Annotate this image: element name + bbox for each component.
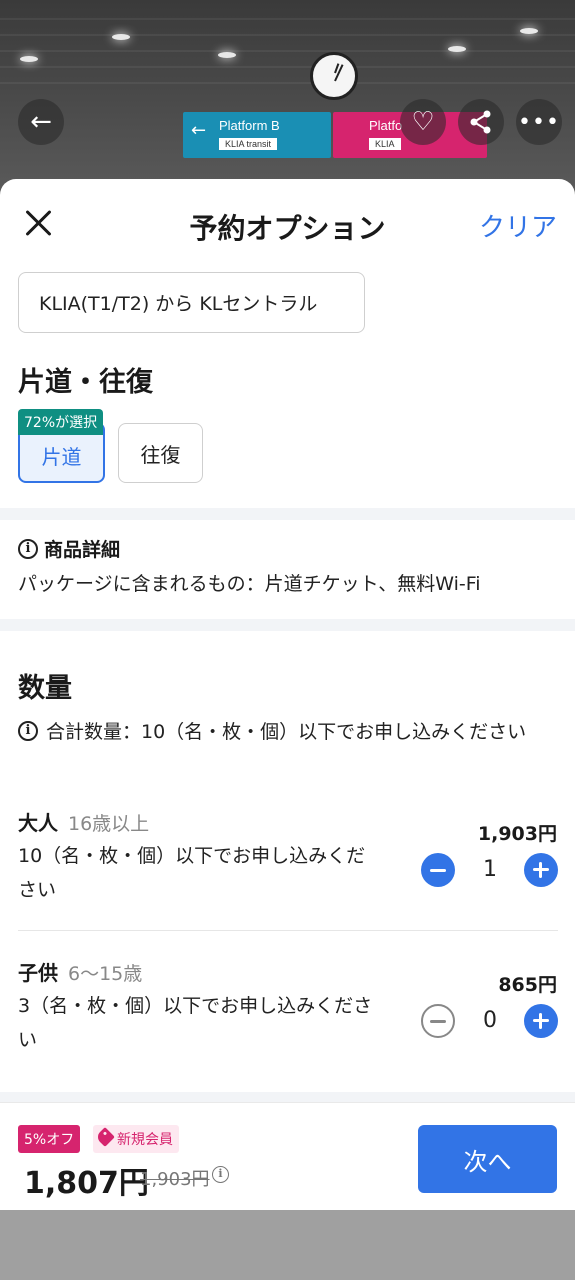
option-round-trip[interactable]: 往復 [118,423,203,483]
child-label-text: 子供 [18,961,58,985]
info-icon: i [18,721,38,741]
adult-label: 大人 16歳以上 [18,807,149,836]
row-divider [18,930,558,931]
system-nav-area [0,1210,575,1280]
adult-plus-button[interactable] [524,853,558,887]
details-title-text: 商品詳細 [44,539,121,561]
adult-age: 16歳以上 [68,813,150,835]
platform-b-sign: ← Platform B KLIA transit [183,112,331,158]
original-price: 1,903円 [140,1169,210,1190]
minus-icon [430,1019,446,1023]
child-label: 子供 6〜15歳 [18,957,142,986]
child-limit: 3（名・枚・個）以下でお申し込みください [18,995,373,1051]
discount-badge: 5%オフ [18,1125,81,1153]
quantity-title: 数量 [18,673,72,704]
adult-limit: 10（名・枚・個）以下でお申し込みください [18,845,366,901]
adult-label-text: 大人 [18,811,58,835]
tag-icon [95,1127,115,1147]
next-button[interactable]: 次へ [418,1125,557,1193]
info-icon: i [18,538,38,559]
quantity-note-text: 合計数量：10（名・枚・個）以下でお申し込みください [46,721,527,743]
trip-type-title: 片道・往復 [18,367,153,398]
checkout-footer: 5%オフ 新規会員 1,807円 1,903円 i 次へ [0,1102,575,1210]
favorite-button[interactable]: ♡ [400,99,446,145]
more-icon: ••• [518,109,560,135]
adult-quantity: 1 [483,857,497,882]
child-age: 6〜15歳 [68,963,143,985]
new-member-badge: 新規会員 [93,1125,179,1153]
section-divider [0,508,575,520]
quantity-note: i 合計数量：10（名・枚・個）以下でお申し込みください [18,715,568,749]
minus-icon [430,868,446,872]
details-body: パッケージに含まれるもの：片道チケット、無料Wi-Fi [18,573,481,595]
clear-button[interactable]: クリア [479,207,557,244]
details-title: i 商品詳細 [18,535,120,562]
heart-icon: ♡ [411,107,435,137]
adult-minus-button[interactable] [421,853,455,887]
booking-options-sheet: 予約オプション クリア KLIA(T1/T2) から KLセントラル 片道・往復… [0,179,575,1210]
price-info-icon[interactable]: i [212,1166,229,1183]
share-button[interactable] [458,99,504,145]
child-price: 865円 [498,974,557,996]
new-member-text: 新規会員 [117,1132,173,1148]
popular-badge: 72%が選択 [18,409,104,435]
more-button[interactable]: ••• [516,99,562,145]
arrow-left-icon: ← [30,107,52,137]
back-button[interactable]: ← [18,99,64,145]
child-minus-button[interactable] [421,1004,455,1038]
station-clock [310,52,358,100]
section-divider [0,619,575,631]
adult-price: 1,903円 [477,823,557,845]
total-price: 1,807円 [24,1166,149,1201]
route-selector[interactable]: KLIA(T1/T2) から KLセントラル [18,272,365,333]
child-quantity: 0 [483,1008,497,1033]
share-icon [470,110,491,134]
child-plus-button[interactable] [524,1004,558,1038]
sheet-header: 予約オプション クリア [0,179,575,267]
